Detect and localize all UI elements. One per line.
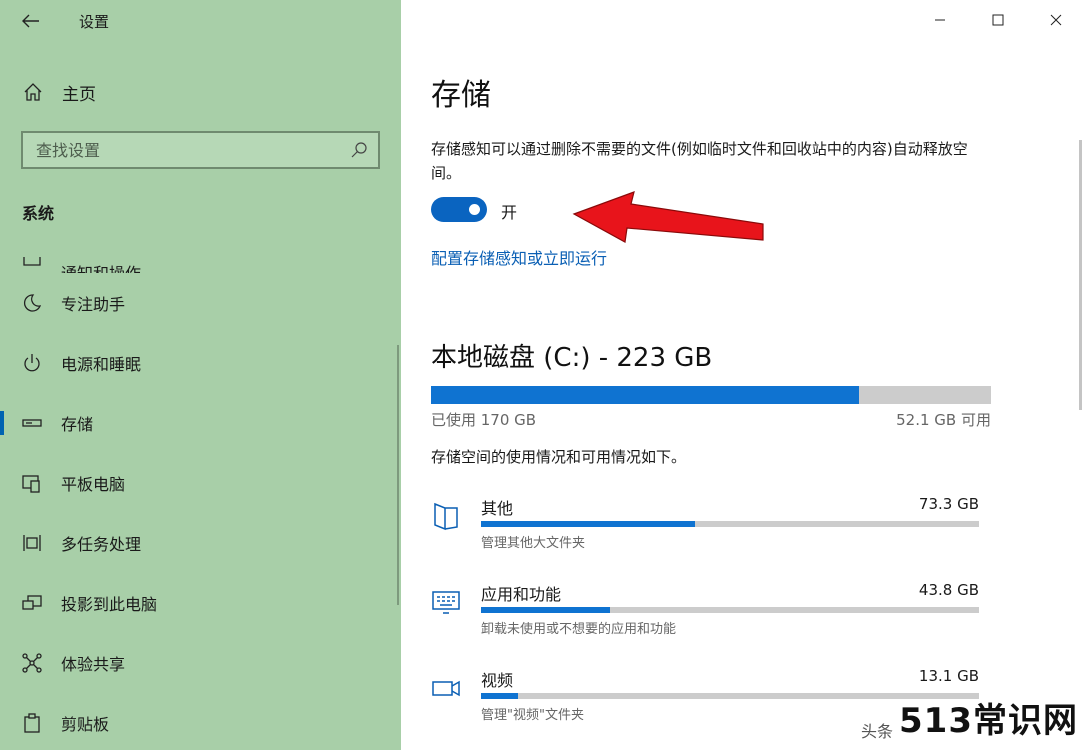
back-button[interactable] [14,6,48,36]
sidebar-item-label: 投影到此电脑 [61,595,158,614]
notification-icon [22,253,42,273]
usage-overview-text: 存储空间的使用情况和可用情况如下。 [431,448,687,466]
category-other[interactable]: 其他 73.3 GB 管理其他大文件夹 [431,495,991,565]
arrow-left-icon [22,14,39,28]
sidebar-item-label: 专注助手 [61,295,126,314]
minimize-icon [935,19,945,21]
sidebar-item-share[interactable]: 体验共享 [0,633,401,693]
sidebar-item-project[interactable]: 投影到此电脑 [0,573,401,633]
toggle-state-label: 开 [501,203,518,222]
main-panel: 存储 存储感知可以通过删除不需要的文件(例如临时文件和回收站中的内容)自动释放空… [401,0,1086,750]
share-icon [22,653,42,673]
folder-icon [434,502,458,531]
sidebar-item-label: 存储 [61,415,94,434]
category-size: 43.8 GB [918,581,979,599]
category-subtitle: 管理其他大文件夹 [481,536,586,551]
main-scrollbar[interactable] [1079,140,1082,410]
category-usage-fill [481,607,611,613]
sidebar-item-label: 多任务处理 [61,535,142,554]
toggle-knob [469,204,480,215]
disk-usage-bar [431,386,991,404]
sidebar-home[interactable]: 主页 [0,70,401,114]
sidebar: 设置 主页 系统 通知和操作 专注助手 电源和睡眠 存储 平板电脑 [0,0,401,750]
sidebar-item-power[interactable]: 电源和睡眠 [0,333,401,393]
storage-sense-toggle[interactable] [431,197,487,222]
search-input[interactable] [36,140,336,160]
category-usage-fill [481,521,696,527]
maximize-icon [992,14,1004,26]
category-subtitle: 管理"视频"文件夹 [481,708,584,723]
sidebar-item-tablet[interactable]: 平板电脑 [0,453,401,513]
section-title: 系统 [22,204,55,223]
apps-icon [432,591,460,614]
sidebar-item-label: 剪贴板 [61,715,110,734]
multitasking-icon [22,533,42,553]
sidebar-item-focus-assist[interactable]: 专注助手 [0,273,401,333]
minimize-button[interactable] [911,0,969,40]
search-box[interactable] [21,131,380,169]
sidebar-item-storage[interactable]: 存储 [0,393,401,453]
close-icon [1050,14,1062,26]
sidebar-item-clipboard[interactable]: 剪贴板 [0,693,401,750]
storage-icon [22,413,42,433]
category-usage-fill [481,693,519,699]
disk-title: 本地磁盘 (C:) - 223 GB [431,343,713,373]
category-subtitle: 卸载未使用或不想要的应用和功能 [481,622,677,637]
storage-sense-description: 存储感知可以通过删除不需要的文件(例如临时文件和回收站中的内容)自动释放空间。 [431,140,968,182]
category-name: 应用和功能 [481,585,562,604]
page-title: 存储 [431,78,491,113]
category-usage-bar [481,607,979,613]
disk-used-label: 已使用 170 GB [431,411,537,429]
moon-icon [22,293,42,313]
maximize-button[interactable] [969,0,1027,40]
category-usage-bar [481,521,979,527]
category-name: 其他 [481,499,514,518]
category-size: 73.3 GB [918,495,979,513]
sidebar-item-multitasking[interactable]: 多任务处理 [0,513,401,573]
configure-storage-sense-link[interactable]: 配置存储感知或立即运行 [431,245,607,269]
category-usage-bar [481,693,979,699]
category-name: 视频 [481,671,514,690]
sidebar-item-label: 通知和操作 [61,260,141,273]
app-title: 设置 [79,13,110,31]
sidebar-nav: 通知和操作 专注助手 电源和睡眠 存储 平板电脑 多任务处理 投影到此电脑 体 [0,236,401,750]
sidebar-item-label: 电源和睡眠 [61,355,142,374]
disk-free-label: 52.1 GB 可用 [896,411,991,429]
home-icon [22,81,44,103]
sidebar-item-label: 平板电脑 [61,475,126,494]
power-icon [22,353,42,373]
close-button[interactable] [1027,0,1085,40]
category-size: 13.1 GB [918,667,979,685]
video-icon [432,680,460,697]
disk-usage-fill [431,386,860,404]
category-apps[interactable]: 应用和功能 43.8 GB 卸载未使用或不想要的应用和功能 [431,581,991,651]
home-label: 主页 [62,84,96,105]
project-icon [22,593,42,613]
tablet-icon [22,473,42,493]
category-videos[interactable]: 视频 13.1 GB 管理"视频"文件夹 [431,667,991,737]
search-icon[interactable] [350,141,368,159]
sidebar-scrollbar[interactable] [397,345,399,605]
sidebar-item-notifications[interactable]: 通知和操作 [0,236,401,273]
clipboard-icon [22,713,42,733]
sidebar-item-label: 体验共享 [61,655,126,674]
